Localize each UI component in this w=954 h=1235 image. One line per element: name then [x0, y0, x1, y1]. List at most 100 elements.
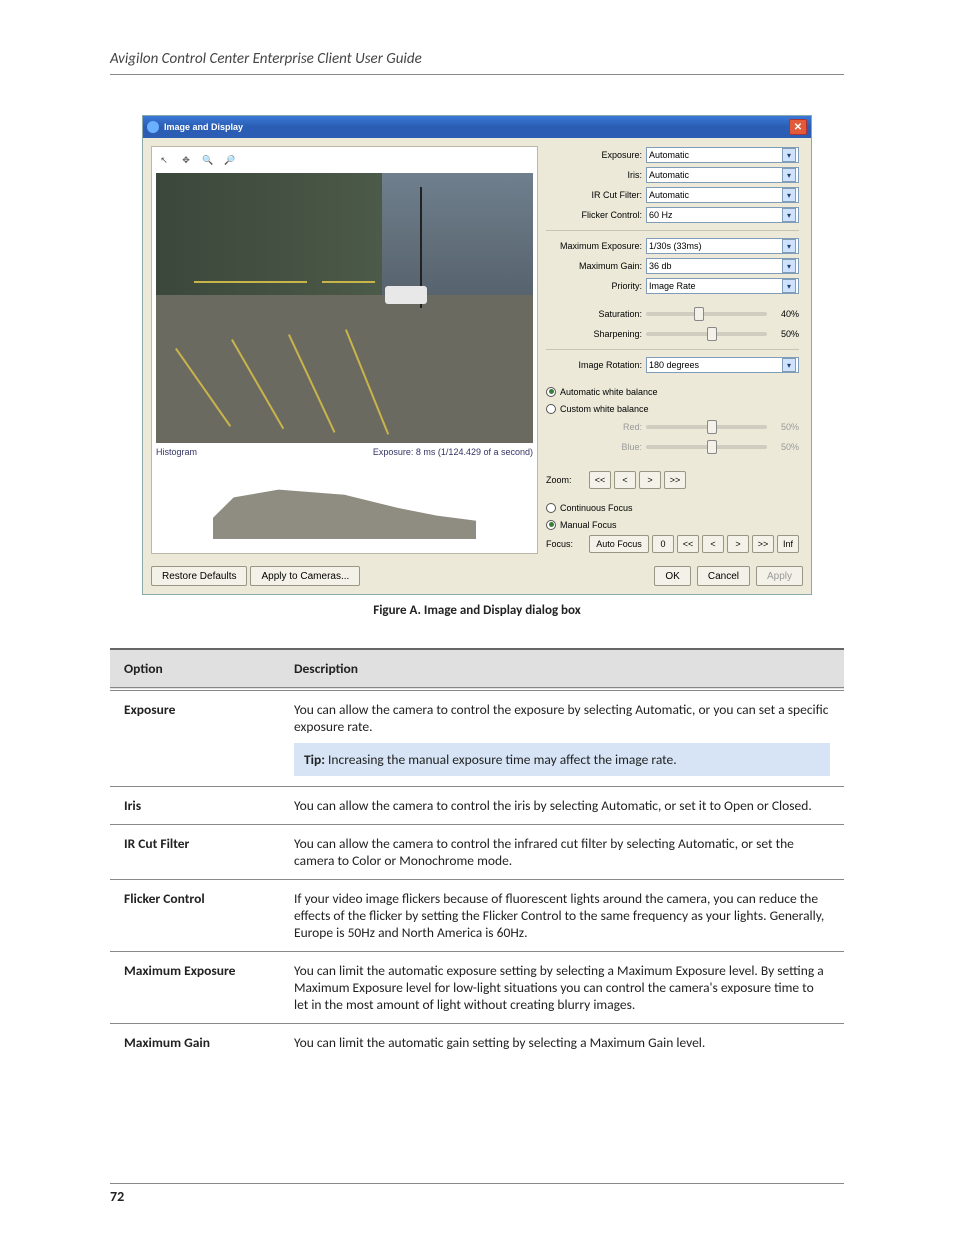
focus-far-button[interactable]: >: [727, 535, 749, 553]
zoom-out-fast-button[interactable]: <<: [589, 471, 611, 489]
table-row: Exposure You can allow the camera to con…: [110, 689, 844, 787]
video-preview: [156, 173, 533, 443]
priority-select[interactable]: Image Rate▾: [646, 278, 799, 294]
desc-cell: If your video image flickers because of …: [280, 880, 844, 952]
chevron-down-icon: ▾: [782, 239, 796, 253]
wb-custom-radio[interactable]: Custom white balance: [546, 401, 799, 416]
opt-cell: Maximum Exposure: [110, 952, 280, 1024]
options-table: Option Description Exposure You can allo…: [110, 648, 844, 1061]
flicker-label: Flicker Control:: [546, 210, 642, 220]
ircut-label: IR Cut Filter:: [546, 190, 642, 200]
blue-label: Blue:: [546, 442, 642, 452]
focus-near-fast-button[interactable]: <<: [677, 535, 699, 553]
tip-block: Tip: Increasing the manual exposure time…: [294, 743, 830, 776]
red-label: Red:: [546, 422, 642, 432]
opt-cell: Maximum Gain: [110, 1024, 280, 1062]
pointer-icon[interactable]: ↖: [156, 152, 172, 168]
dialog-title: Image and Display: [164, 122, 243, 132]
opt-cell: IR Cut Filter: [110, 825, 280, 880]
desc-cell: You can allow the camera to control the …: [280, 689, 844, 787]
dialog-titlebar: Image and Display ✕: [143, 116, 811, 138]
red-slider: [646, 425, 767, 429]
page-header: Avigilon Control Center Enterprise Clien…: [110, 50, 844, 75]
opt-cell: Iris: [110, 787, 280, 825]
chevron-down-icon: ▾: [782, 208, 796, 222]
zoom-label: Zoom:: [546, 475, 586, 485]
desc-cell: You can limit the automatic exposure set…: [280, 952, 844, 1024]
saturation-slider[interactable]: [646, 312, 767, 316]
histogram: [156, 459, 533, 539]
wb-auto-radio[interactable]: Automatic white balance: [546, 384, 799, 399]
close-icon[interactable]: ✕: [789, 119, 807, 135]
exposure-select[interactable]: Automatic▾: [646, 147, 799, 163]
ircut-select[interactable]: Automatic▾: [646, 187, 799, 203]
zoom-out-button[interactable]: <: [614, 471, 636, 489]
blue-value: 50%: [771, 442, 799, 452]
saturation-label: Saturation:: [546, 309, 642, 319]
table-row: IR Cut Filter You can allow the camera t…: [110, 825, 844, 880]
maxexp-select[interactable]: 1/30s (33ms)▾: [646, 238, 799, 254]
wb-auto-label: Automatic white balance: [560, 387, 658, 397]
radio-icon: [546, 503, 556, 513]
desc-cell: You can limit the automatic gain setting…: [280, 1024, 844, 1062]
tip-text: Increasing the manual exposure time may …: [328, 751, 677, 768]
chevron-down-icon: ▾: [782, 259, 796, 273]
blue-slider: [646, 445, 767, 449]
th-description: Description: [280, 649, 844, 689]
histogram-label: Histogram: [156, 447, 197, 457]
exposure-label: Exposure:: [546, 150, 642, 160]
exposure-readout: Exposure: 8 ms (1/124.429 of a second): [373, 447, 533, 457]
preview-panel: ↖ ✥ 🔍 🔎: [151, 146, 538, 554]
apply-to-cameras-button[interactable]: Apply to Cameras...: [250, 566, 360, 586]
chevron-down-icon: ▾: [782, 279, 796, 293]
table-row: Maximum Exposure You can limit the autom…: [110, 952, 844, 1024]
focus-far-fast-button[interactable]: >>: [752, 535, 774, 553]
desc-cell: You can allow the camera to control the …: [280, 787, 844, 825]
focus-inf-button[interactable]: Inf: [777, 535, 799, 553]
page-number: 72: [110, 1183, 844, 1205]
sharpening-slider[interactable]: [646, 332, 767, 336]
maxgain-label: Maximum Gain:: [546, 261, 642, 271]
flicker-select[interactable]: 60 Hz▾: [646, 207, 799, 223]
chevron-down-icon: ▾: [782, 358, 796, 372]
maxexp-label: Maximum Exposure:: [546, 241, 642, 251]
zoom-in-fast-button[interactable]: >>: [664, 471, 686, 489]
tip-label: Tip:: [304, 751, 325, 768]
sharpening-value: 50%: [771, 329, 799, 339]
zoom-in-button[interactable]: >: [639, 471, 661, 489]
table-row: Maximum Gain You can limit the automatic…: [110, 1024, 844, 1062]
restore-defaults-button[interactable]: Restore Defaults: [151, 566, 247, 586]
table-header-row: Option Description: [110, 649, 844, 689]
focus-near-button[interactable]: <: [702, 535, 724, 553]
maxgain-select[interactable]: 36 db▾: [646, 258, 799, 274]
apply-button[interactable]: Apply: [756, 566, 803, 586]
zoom-in-icon[interactable]: 🔍: [200, 152, 216, 168]
radio-icon: [546, 404, 556, 414]
red-value: 50%: [771, 422, 799, 432]
desc-cell: You can allow the camera to control the …: [280, 825, 844, 880]
zoom-out-icon[interactable]: 🔎: [222, 152, 238, 168]
th-option: Option: [110, 649, 280, 689]
iris-select[interactable]: Automatic▾: [646, 167, 799, 183]
dialog-icon: [147, 121, 159, 133]
focus-near-limit-button[interactable]: 0: [652, 535, 674, 553]
sharpening-label: Sharpening:: [546, 329, 642, 339]
focus-label: Focus:: [546, 539, 586, 549]
radio-icon: [546, 520, 556, 530]
manual-focus-radio[interactable]: Manual Focus: [546, 517, 799, 532]
opt-cell: Flicker Control: [110, 880, 280, 952]
pan-icon[interactable]: ✥: [178, 152, 194, 168]
figure-caption: Figure A. Image and Display dialog box: [373, 603, 581, 618]
rotation-label: Image Rotation:: [546, 360, 642, 370]
wb-custom-label: Custom white balance: [560, 404, 649, 414]
cancel-button[interactable]: Cancel: [697, 566, 750, 586]
rotation-select[interactable]: 180 degrees▾: [646, 357, 799, 373]
ok-button[interactable]: OK: [654, 566, 690, 586]
table-row: Flicker Control If your video image flic…: [110, 880, 844, 952]
auto-focus-button[interactable]: Auto Focus: [589, 535, 649, 553]
continuous-focus-radio[interactable]: Continuous Focus: [546, 500, 799, 515]
iris-label: Iris:: [546, 170, 642, 180]
chevron-down-icon: ▾: [782, 188, 796, 202]
settings-panel: Exposure: Automatic▾ Iris: Automatic▾ IR…: [546, 146, 803, 554]
radio-icon: [546, 387, 556, 397]
